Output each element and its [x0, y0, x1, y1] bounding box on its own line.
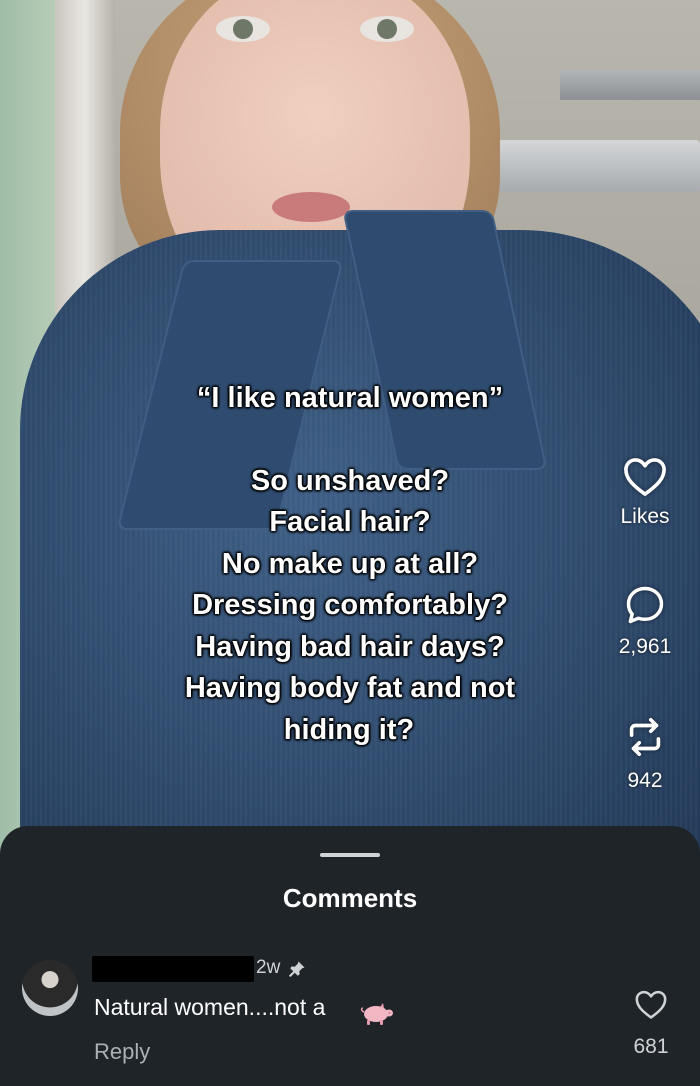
sheet-grabber[interactable]: [320, 853, 380, 857]
heart-icon[interactable]: [634, 988, 668, 1020]
redacted-username: [92, 956, 254, 982]
person-eye: [360, 16, 414, 42]
comment-timestamp: 2w: [256, 957, 281, 978]
likes-label: Likes: [620, 505, 670, 528]
repost-button[interactable]: 942: [590, 713, 700, 793]
post-overlay-text: “I like natural women” So unshaved? Faci…: [0, 378, 700, 751]
comment-text: Natural women....not a: [94, 994, 326, 1020]
overlay-line: Having body fat and not: [184, 672, 516, 704]
repost-icon: [629, 717, 661, 757]
person-eye: [216, 16, 270, 42]
reposts-count: 942: [627, 769, 663, 792]
overlay-line: No make up at all?: [221, 547, 479, 580]
comment-bubble-icon: [626, 586, 664, 624]
comment-button[interactable]: 2,961: [590, 583, 700, 659]
background-rail: [560, 70, 700, 100]
person-lips: [272, 192, 350, 222]
overlay-quote: “I like natural women”: [196, 382, 504, 414]
comment-like-count: 681: [633, 1035, 669, 1058]
commenter-avatar[interactable]: [22, 960, 78, 1016]
comments-count: 2,961: [618, 635, 672, 658]
pin-icon: [289, 961, 305, 977]
comments-title: Comments: [282, 883, 418, 913]
comments-sheet: Comments 2w Natural women....not a Reply…: [0, 826, 700, 1086]
pig-icon: [360, 1003, 393, 1025]
heart-icon: [624, 458, 666, 496]
like-button[interactable]: Likes: [590, 455, 700, 529]
reply-button[interactable]: Reply: [94, 1039, 150, 1065]
